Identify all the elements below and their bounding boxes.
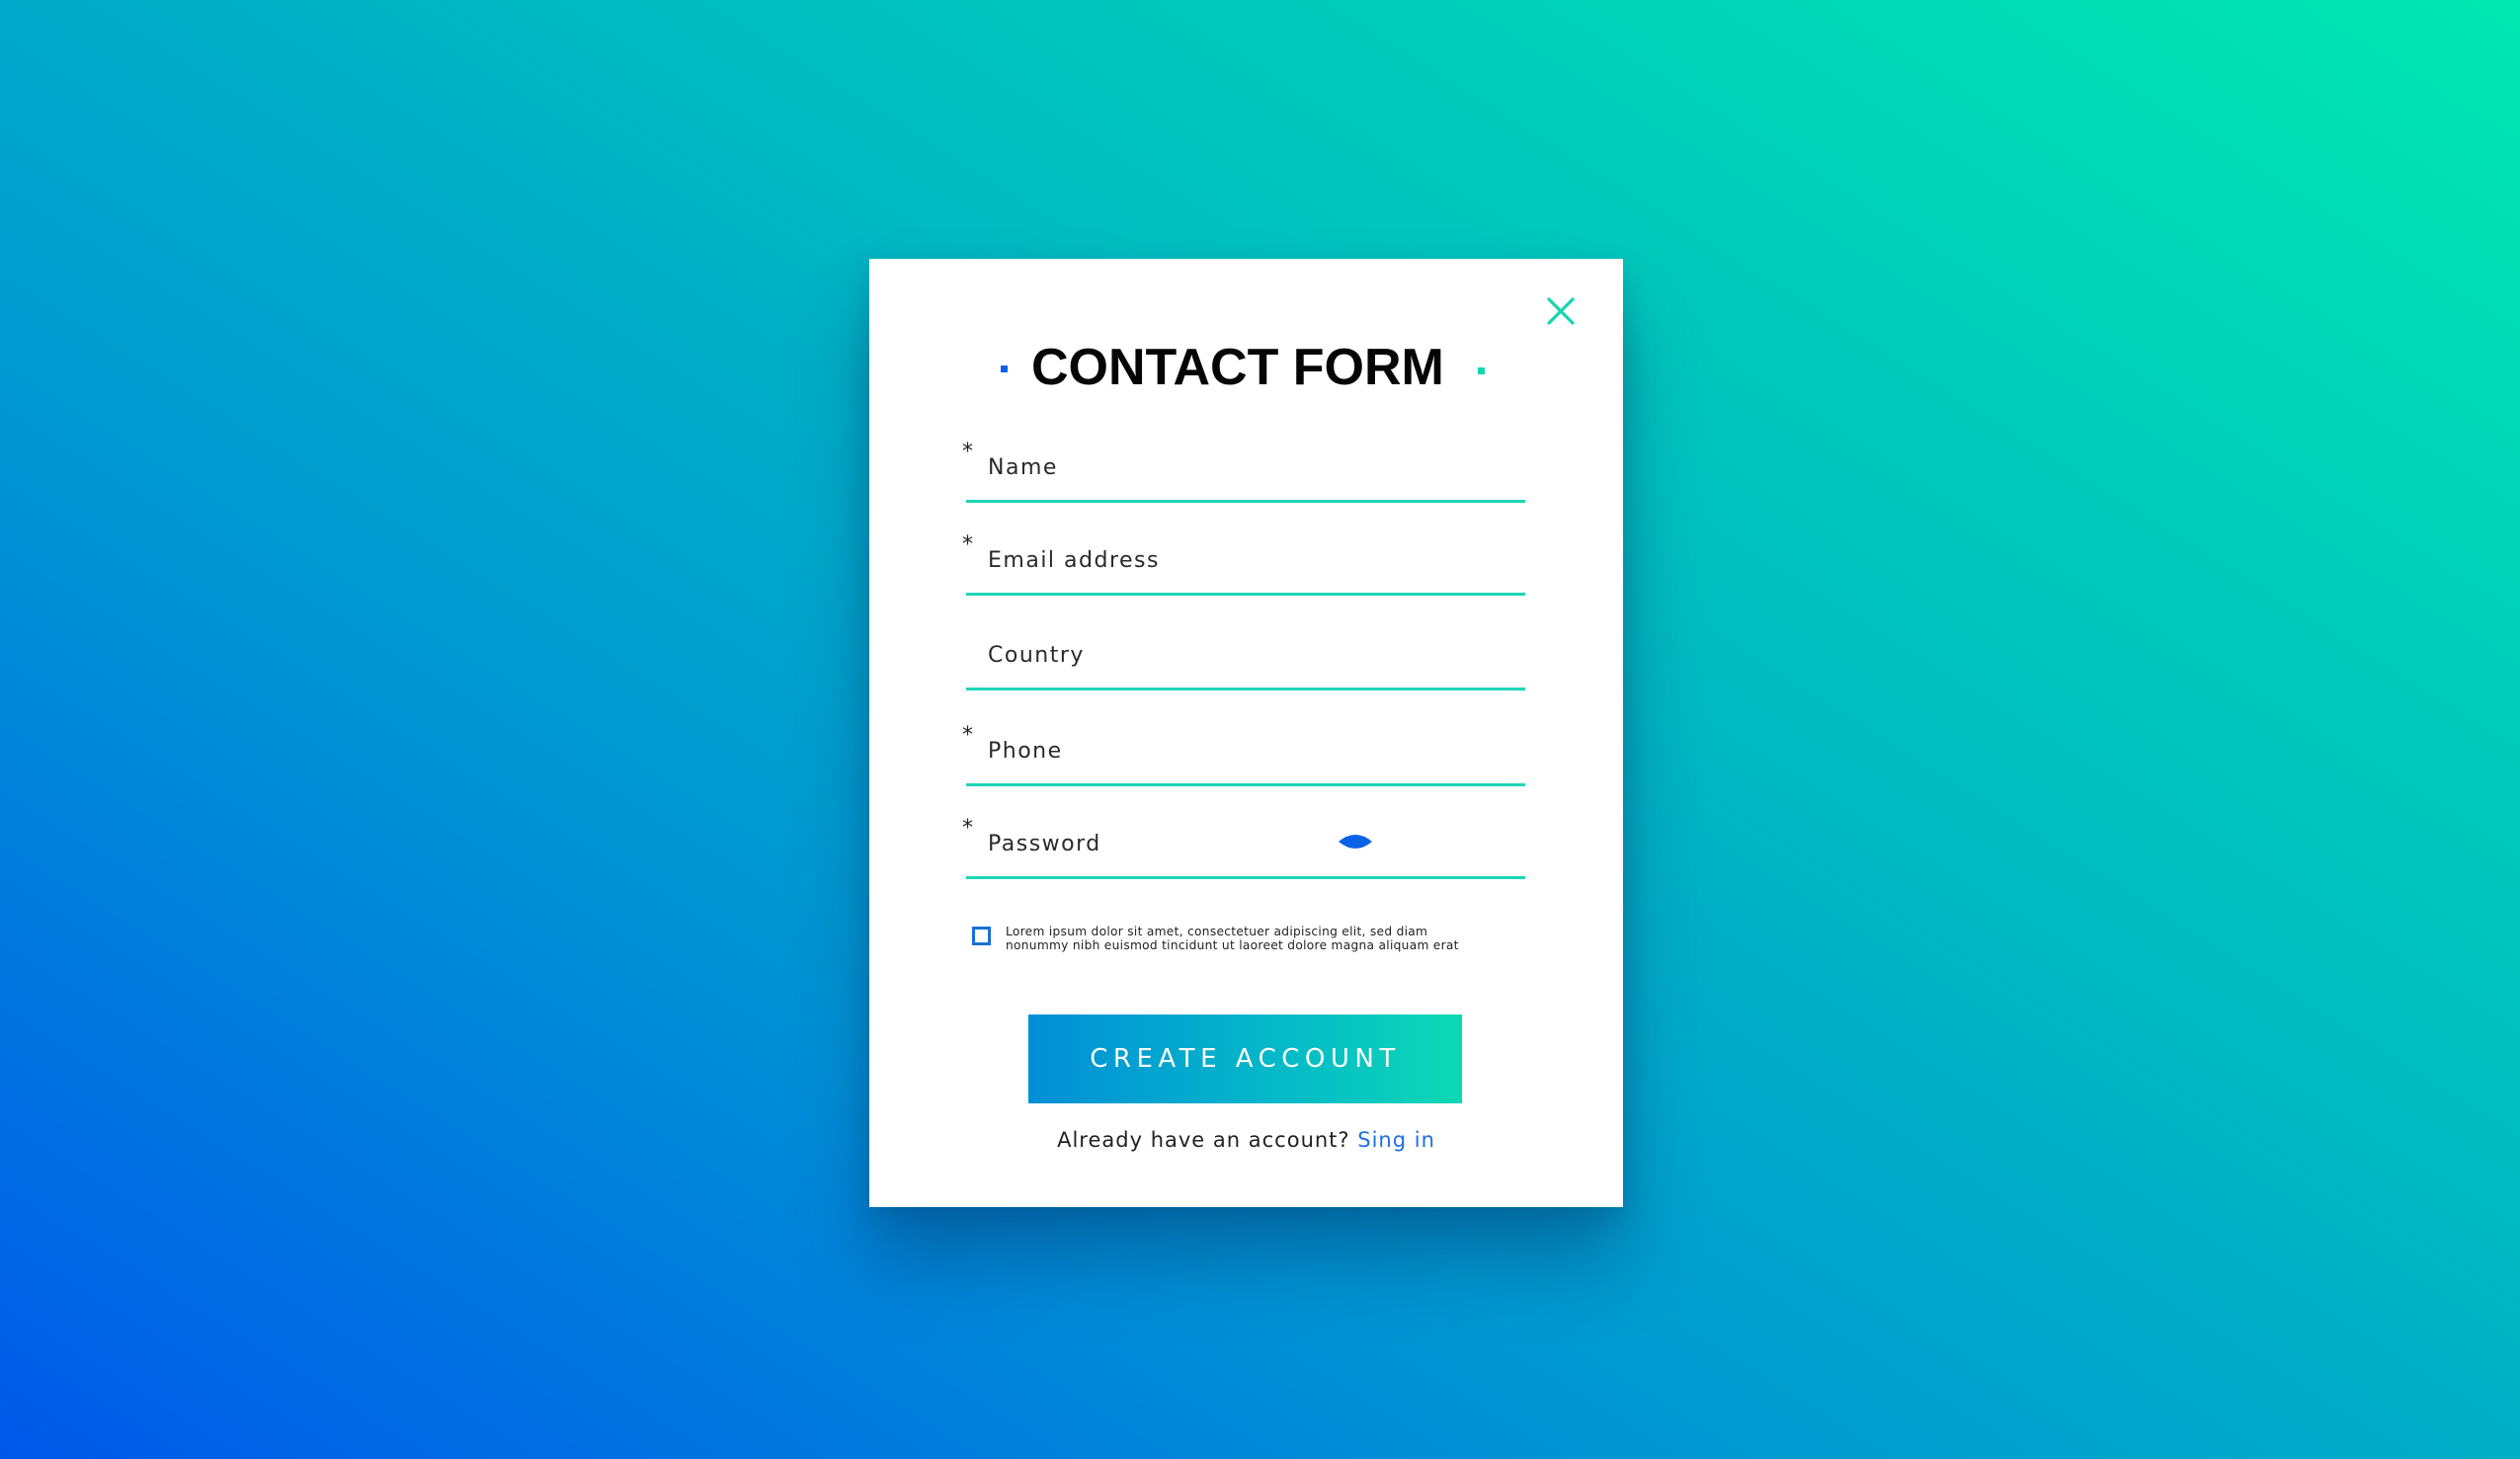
close-icon: [1547, 297, 1575, 325]
consent-text-line-2: nonummy nibh euismod tincidunt ut laoree…: [1006, 938, 1459, 952]
required-asterisk: *: [962, 723, 973, 748]
signin-row: Already have an account? Sing in: [869, 1128, 1623, 1152]
phone-underline: [966, 783, 1525, 786]
create-account-button[interactable]: CREATE ACCOUNT: [1028, 1014, 1462, 1103]
password-input[interactable]: [988, 824, 1324, 863]
title-decor-dot-right: [1478, 367, 1485, 374]
required-asterisk: *: [962, 816, 973, 841]
password-underline: [966, 876, 1525, 879]
title-decor-dot-left: [1001, 365, 1008, 372]
password-visibility-toggle[interactable]: [1338, 830, 1373, 853]
country-field: [966, 621, 1525, 690]
country-input[interactable]: [988, 635, 1462, 675]
form-title: CONTACT FORM: [1031, 339, 1444, 396]
signin-prompt: Already have an account?: [1057, 1128, 1358, 1152]
password-field: *: [962, 810, 1525, 879]
name-input[interactable]: [988, 447, 1462, 487]
required-asterisk: *: [962, 440, 973, 464]
email-input[interactable]: [988, 540, 1462, 580]
consent-text: Lorem ipsum dolor sit amet, consectetuer…: [1006, 925, 1525, 952]
consent-text-line-1: Lorem ipsum dolor sit amet, consectetuer…: [1006, 925, 1428, 938]
required-asterisk: *: [962, 532, 973, 557]
signin-link[interactable]: Sing in: [1357, 1128, 1435, 1152]
title-row: CONTACT FORM: [869, 333, 1623, 402]
contact-form-modal: CONTACT FORM * * * * Lorem ipsum dolor: [869, 259, 1623, 1207]
phone-input[interactable]: [988, 731, 1462, 770]
consent-checkbox[interactable]: [972, 927, 991, 945]
consent-row: Lorem ipsum dolor sit amet, consectetuer…: [972, 925, 1525, 964]
phone-field: *: [962, 717, 1525, 786]
name-field: *: [962, 434, 1525, 503]
email-underline: [966, 593, 1525, 596]
eye-icon: [1339, 835, 1372, 849]
country-underline: [966, 688, 1525, 690]
close-button[interactable]: [1544, 294, 1578, 328]
name-underline: [966, 500, 1525, 503]
email-field: *: [962, 527, 1525, 596]
